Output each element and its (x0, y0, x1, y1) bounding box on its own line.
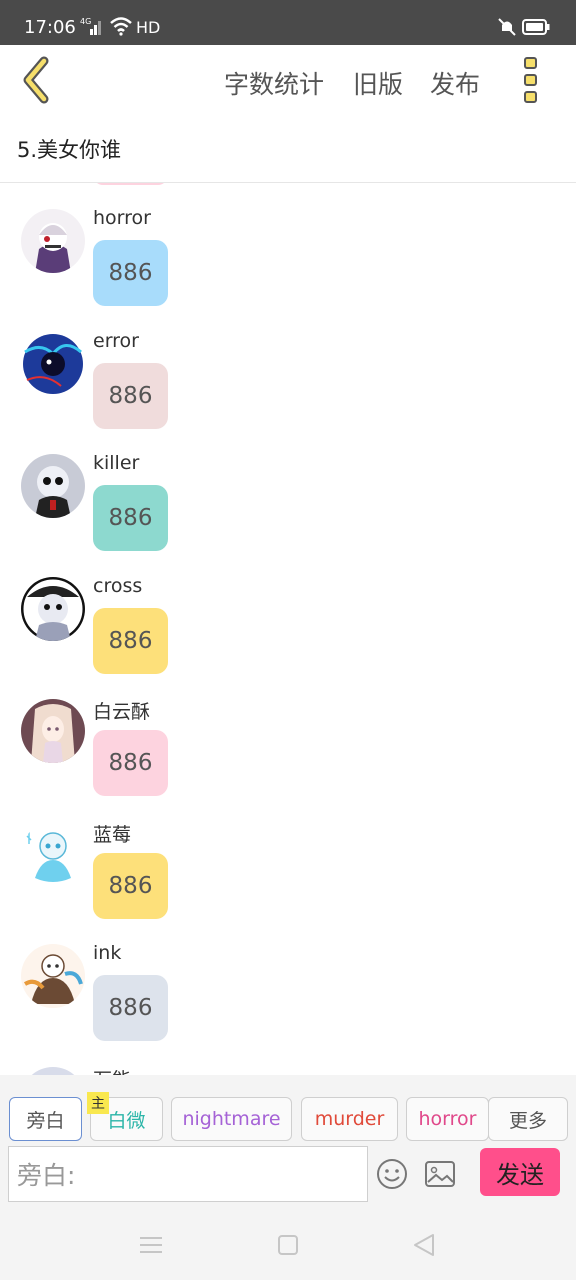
role-chip-label: horror (418, 1108, 477, 1130)
main-role-badge: 主 (87, 1092, 109, 1114)
back-arrow-icon[interactable] (18, 55, 58, 105)
message-bubble[interactable]: 886 (93, 853, 168, 919)
message-input-placeholder: 旁白: (17, 1161, 76, 1190)
message-bubble[interactable]: 886 (93, 975, 168, 1041)
message-author: cross (93, 575, 143, 597)
role-chip-label: 旁白 (26, 1109, 65, 1132)
message-author: killer (93, 452, 140, 474)
message-bubble[interactable]: 886 (93, 363, 168, 429)
message-bubble[interactable]: 886 (93, 240, 168, 306)
message-item[interactable]: ink 886 (0, 918, 576, 1041)
message-item[interactable]: cross 886 (0, 551, 576, 674)
back-triangle-icon[interactable] (413, 1233, 435, 1257)
message-input[interactable]: 旁白: (8, 1146, 368, 1202)
hd-label: HD (136, 18, 161, 37)
avatar[interactable] (21, 332, 85, 396)
publish-link[interactable]: 发布 (430, 65, 480, 101)
message-item[interactable]: 万能 (0, 1041, 576, 1075)
avatar[interactable] (21, 577, 85, 641)
chapter-title: 5.美女你谁 (17, 138, 122, 162)
status-time: 17:06 (24, 17, 76, 38)
role-chip-narration[interactable]: 旁白 (9, 1097, 82, 1141)
status-bar: 17:06 4G HD (0, 0, 576, 45)
message-item[interactable]: killer 886 (0, 428, 576, 551)
mute-icon (498, 18, 516, 36)
avatar[interactable] (21, 822, 85, 886)
send-button[interactable]: 发送 (480, 1148, 560, 1196)
composer: 旁白 主 白微 nightmare murder horror 更多 旁白: 发… (0, 1075, 576, 1210)
message-item[interactable]: 蓝莓 886 (0, 796, 576, 919)
message-item[interactable]: error 886 (0, 306, 576, 429)
old-version-link[interactable]: 旧版 (353, 65, 403, 101)
more-roles-label: 更多 (508, 1109, 547, 1132)
home-icon[interactable] (278, 1235, 298, 1255)
message-author: ink (93, 942, 122, 964)
image-icon[interactable] (424, 1160, 456, 1188)
role-chip-label: nightmare (182, 1108, 281, 1130)
message-author: 白云酥 (93, 701, 151, 723)
message-bubble[interactable]: 886 (93, 485, 168, 551)
top-bar: 字数统计 旧版 发布 (0, 45, 576, 115)
more-menu-icon[interactable] (518, 55, 542, 107)
network-label: 4G (80, 17, 91, 26)
message-author: 万能 (93, 1065, 131, 1075)
message-bubble[interactable]: 886 (93, 608, 168, 674)
avatar[interactable] (21, 1067, 85, 1075)
role-chip-label: murder (314, 1108, 385, 1130)
more-roles-button[interactable]: 更多 (488, 1097, 568, 1141)
role-chip-murder[interactable]: murder (301, 1097, 398, 1141)
role-chip-baiwei[interactable]: 主 白微 (87, 1092, 163, 1141)
word-count-link[interactable]: 字数统计 (224, 65, 324, 101)
message-author: 蓝莓 (93, 824, 132, 846)
message-author: horror (93, 207, 151, 229)
message-item[interactable]: horror 886 (0, 183, 576, 306)
avatar[interactable] (21, 944, 85, 1008)
role-chip-horror[interactable]: horror (406, 1097, 489, 1141)
emoji-icon[interactable] (376, 1158, 408, 1190)
avatar[interactable] (21, 209, 85, 273)
message-item[interactable]: 白云酥 886 (0, 673, 576, 796)
battery-icon (522, 19, 550, 35)
avatar[interactable] (21, 699, 85, 763)
role-chip-nightmare[interactable]: nightmare (171, 1097, 292, 1141)
avatar[interactable] (21, 454, 85, 518)
message-list[interactable]: horror 886 error 886 killer 886 cross 88… (0, 183, 576, 1075)
wifi-icon (110, 17, 132, 36)
menu-icon[interactable] (140, 1236, 162, 1254)
message-bubble[interactable]: 886 (93, 730, 168, 796)
system-nav-bar (0, 1210, 576, 1280)
signal-icon: 4G (80, 17, 101, 35)
message-author: error (93, 330, 139, 352)
role-chip-label: 白微 (107, 1109, 146, 1132)
